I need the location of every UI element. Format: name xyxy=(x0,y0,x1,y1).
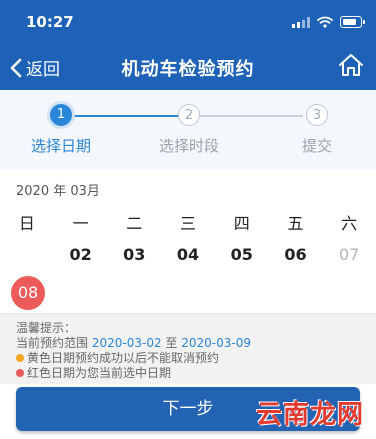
step-label: 提交 xyxy=(301,137,332,155)
step-indicator: 1 选择日期 2 选择时段 3 提交 xyxy=(0,90,376,170)
red-dot-icon xyxy=(16,369,24,377)
watermark-logo: 云南龙网 xyxy=(255,400,364,430)
yellow-note: 黄色日期预约成功以后不能取消预约 xyxy=(27,351,220,365)
calendar-day-selected[interactable]: 08 xyxy=(11,276,45,310)
weekday-label: 一 xyxy=(72,214,89,233)
back-label: 返回 xyxy=(26,60,60,80)
tips-red: 红色日期为您当前选中日期 xyxy=(16,364,171,381)
range-to: 至 xyxy=(165,336,178,350)
weekday-label: 三 xyxy=(180,214,197,233)
step-3: 3 提交 xyxy=(262,104,372,156)
chevron-left-icon xyxy=(10,58,22,77)
calendar-day[interactable]: 03 xyxy=(107,245,161,264)
calendar-day[interactable]: 06 xyxy=(269,245,323,264)
weekday-label: 五 xyxy=(287,214,304,233)
signal-icon xyxy=(292,16,310,28)
tips-panel: 温馨提示： 当前预约范围 2020-03-02 至 2020-03-09 黄色日… xyxy=(0,313,376,384)
red-note: 红色日期为您当前选中日期 xyxy=(27,366,172,380)
status-time: 10:27 xyxy=(26,13,74,31)
range-start: 2020-03-02 xyxy=(91,336,162,350)
weekday-label: 六 xyxy=(341,214,358,233)
step-number: 2 xyxy=(178,104,200,126)
home-button[interactable] xyxy=(338,52,364,82)
range-end: 2020-03-09 xyxy=(181,336,252,350)
calendar-day-disabled: 07 xyxy=(338,245,360,264)
step-number: 3 xyxy=(306,104,328,126)
step-label: 选择时段 xyxy=(158,137,219,155)
weekday-label: 二 xyxy=(126,214,143,233)
battery-icon xyxy=(340,16,365,28)
calendar-month: 2020 年 03月 xyxy=(16,184,100,199)
step-2: 2 选择时段 xyxy=(134,104,244,156)
back-button[interactable]: 返回 xyxy=(10,55,60,80)
calendar-day[interactable]: 02 xyxy=(54,245,108,264)
weekday-label: 日 xyxy=(18,214,35,233)
calendar-day[interactable]: 04 xyxy=(161,245,215,264)
weekday-label: 四 xyxy=(233,214,250,233)
step-label: 选择日期 xyxy=(30,137,91,155)
status-icons xyxy=(292,16,365,28)
weekday-header: 日 一 二 三 四 五 六 xyxy=(0,210,376,234)
step-number: 1 xyxy=(50,104,72,126)
range-prefix: 当前预约范围 xyxy=(16,336,89,350)
yellow-dot-icon xyxy=(16,354,24,362)
calendar-week-row: 02 03 04 05 06 07 xyxy=(0,245,376,264)
calendar-day[interactable]: 05 xyxy=(215,245,269,264)
wifi-icon xyxy=(317,16,333,28)
app-header: 10:27 返回 机动车检验预约 xyxy=(0,0,376,90)
step-1: 1 选择日期 xyxy=(6,104,116,156)
home-icon xyxy=(339,54,363,76)
calendar-day-empty xyxy=(0,245,54,264)
